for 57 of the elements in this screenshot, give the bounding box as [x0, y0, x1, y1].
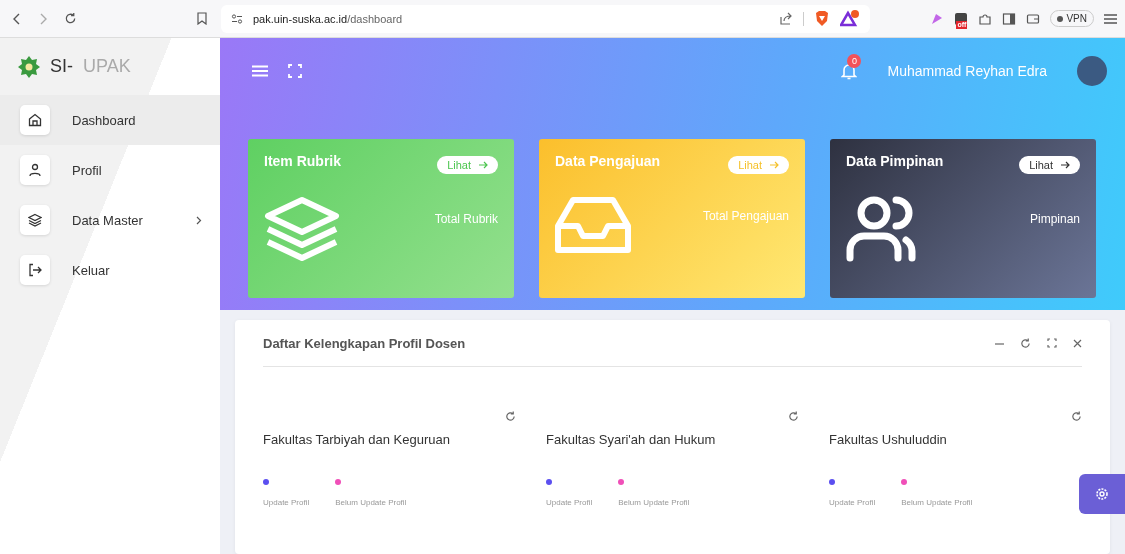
legend-label: Belum Update Profil	[335, 498, 407, 507]
bookmark-icon[interactable]	[197, 12, 207, 25]
sidebar-item[interactable]: Keluar	[0, 245, 220, 295]
legend-label: Belum Update Profil	[901, 498, 973, 507]
arrow-right-icon	[479, 161, 488, 169]
settings-icon	[1095, 487, 1109, 501]
refresh-icon[interactable]	[788, 411, 799, 422]
menu-icon[interactable]	[1104, 12, 1117, 25]
legend-label: Update Profil	[546, 498, 593, 507]
close-icon[interactable]	[1073, 338, 1082, 348]
ornament-logo-icon	[18, 54, 40, 79]
address-bar[interactable]: pak.uin-suska.ac.id/dashboard	[221, 4, 871, 33]
bell-icon[interactable]	[841, 62, 858, 80]
legend-label: Belum Update Profil	[618, 498, 690, 507]
home-icon	[28, 113, 42, 127]
sidebar-item[interactable]: Profil	[0, 145, 220, 195]
card-title: Data Pimpinan	[846, 153, 944, 169]
card-title: Data Pengajuan	[555, 153, 661, 169]
legend-label: Update Profil	[263, 498, 310, 507]
extension-icon[interactable]	[954, 11, 969, 26]
triangle-logo-icon[interactable]	[840, 10, 861, 27]
avatar[interactable]	[1077, 56, 1107, 86]
refresh-icon[interactable]	[505, 411, 516, 422]
notification-badge: 0	[847, 54, 862, 68]
layers-icon	[264, 196, 340, 262]
settings-button[interactable]	[1079, 474, 1125, 514]
refresh-icon[interactable]	[1071, 411, 1082, 422]
arrow-right-icon	[770, 161, 779, 169]
inbox-icon	[555, 196, 631, 256]
faculty-name: Fakultas Ushuluddin	[829, 432, 948, 447]
sidebar-icon[interactable]	[1002, 11, 1017, 26]
card-title: Item Rubrik	[264, 153, 341, 169]
faculty-name: Fakultas Syari'ah dan Hukum	[546, 432, 717, 447]
sidebar-item[interactable]: Data Master	[0, 195, 220, 245]
brand-prefix: SI-	[50, 56, 73, 77]
lion-shield-icon[interactable]	[814, 10, 831, 27]
arrow-right-icon	[1061, 161, 1070, 169]
card-caption: Total Rubrik	[434, 212, 498, 226]
back-icon[interactable]	[12, 12, 22, 25]
refresh-icon[interactable]	[1020, 337, 1031, 349]
user-icon	[28, 163, 42, 177]
faculty-name: Fakultas Tarbiyah dan Keguruan	[263, 432, 451, 447]
wallet-icon[interactable]	[1026, 11, 1041, 26]
url-text: pak.uin-suska.ac.id/dashboard	[253, 12, 403, 25]
panel-title: Daftar Kelengkapan Profil Dosen	[263, 335, 466, 351]
fullscreen-icon[interactable]	[1047, 338, 1057, 348]
card-caption: Pimpinan	[1029, 212, 1080, 226]
share-icon[interactable]	[779, 11, 794, 26]
site-settings-icon[interactable]	[231, 12, 243, 25]
card-caption: Total Pengajuan	[702, 209, 789, 223]
legend-label: Update Profil	[829, 498, 876, 507]
view-button[interactable]: Lihat	[1019, 156, 1080, 174]
logout-icon	[28, 263, 42, 277]
sidebar-item[interactable]: Dashboard	[0, 95, 220, 145]
reload-icon[interactable]	[64, 12, 77, 25]
brand-name: UPAK	[83, 56, 131, 77]
layers-icon	[28, 213, 42, 227]
